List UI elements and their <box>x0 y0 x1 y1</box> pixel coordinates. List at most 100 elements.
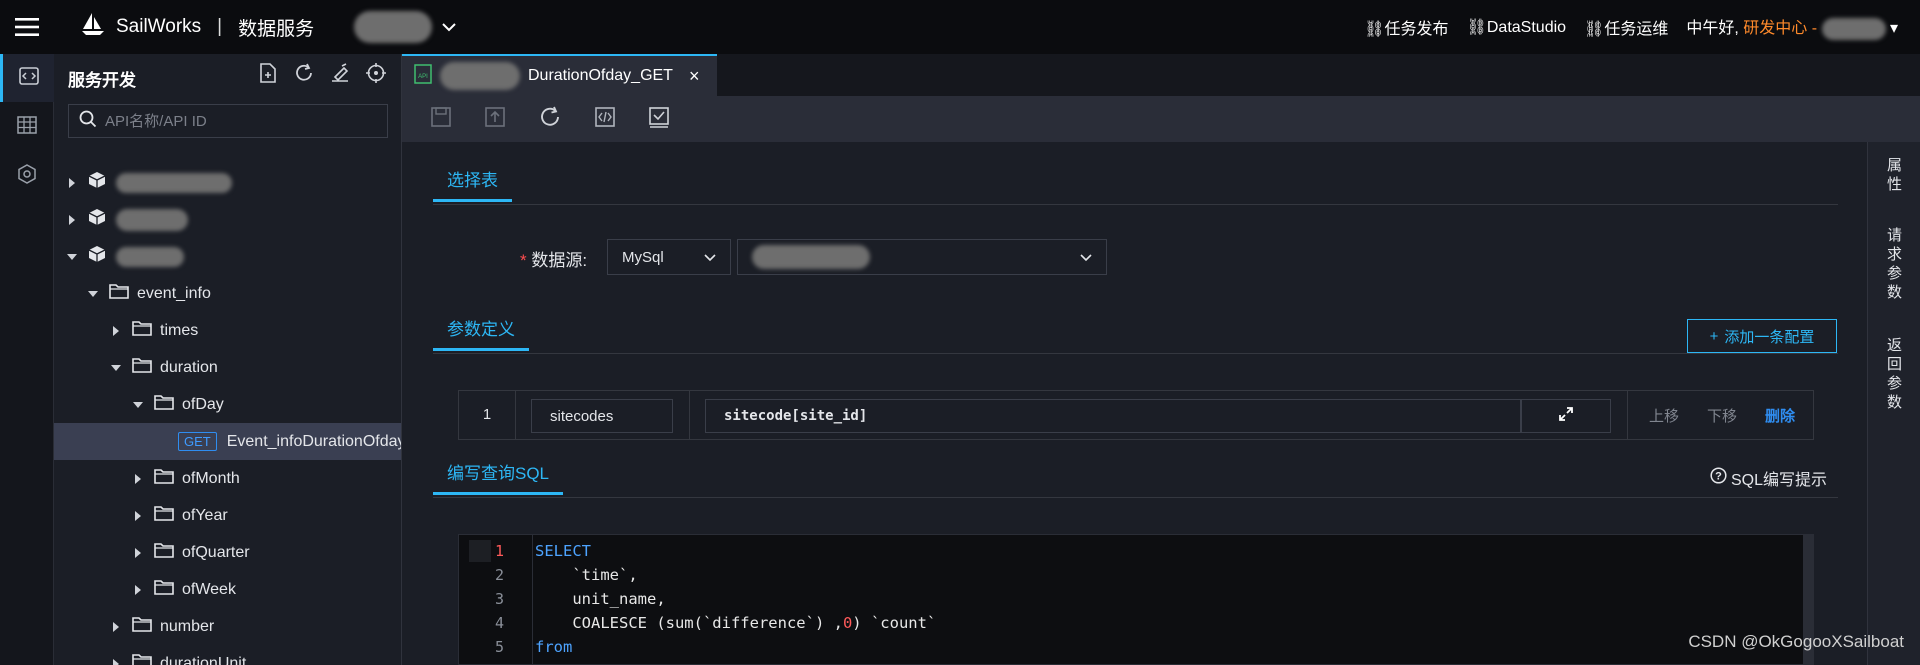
datasource-select[interactable] <box>737 239 1107 275</box>
param-index: 1 <box>482 406 492 423</box>
refresh-icon[interactable] <box>538 105 562 134</box>
caret-right-icon[interactable] <box>132 473 144 485</box>
brand: SailWorks | 数据服务 <box>80 0 456 54</box>
param-row: 1 sitecodes sitecode[site_id] 上移 下移 删除 <box>458 390 1814 440</box>
tree-node-ofquarter[interactable]: ofQuarter <box>54 534 401 571</box>
refresh-icon[interactable] <box>293 62 315 89</box>
caret-right-icon[interactable] <box>110 621 122 633</box>
code-line: unit_name, <box>535 590 666 608</box>
caret-right-icon[interactable] <box>66 177 78 189</box>
cell-divider <box>689 391 690 439</box>
tree-node-ofmonth[interactable]: ofMonth <box>54 460 401 497</box>
response-params-tab[interactable]: 返 回 参 数 <box>1868 336 1920 412</box>
delete-button[interactable]: 删除 <box>1765 405 1795 426</box>
rail-table[interactable] <box>0 103 54 151</box>
datasource-type-value: MySql <box>622 248 664 266</box>
http-method-badge: GET <box>178 432 217 451</box>
nav-link-publish[interactable]: ⛓任务发布 <box>1364 15 1448 39</box>
caret-down-icon[interactable] <box>110 362 122 374</box>
tree-node-ofyear[interactable]: ofYear <box>54 497 401 534</box>
save-icon[interactable] <box>430 106 452 133</box>
param-expression-field[interactable]: sitecode[site_id] <box>705 399 1521 433</box>
caret-right-icon[interactable] <box>132 584 144 596</box>
expand-button[interactable] <box>1521 399 1611 433</box>
redacted-label <box>116 208 188 231</box>
tree-node-number[interactable]: number <box>54 608 401 645</box>
tree-node-duration[interactable]: duration <box>54 349 401 386</box>
brand-name[interactable]: SailWorks <box>116 16 201 38</box>
tree-node-duration-unit[interactable]: durationUnit <box>54 645 401 665</box>
caret-right-icon[interactable] <box>132 547 144 559</box>
tree-node-ofweek[interactable]: ofWeek <box>54 571 401 608</box>
chevron-down-icon[interactable] <box>442 16 456 38</box>
hamburger-menu-icon[interactable] <box>0 0 54 54</box>
user-menu[interactable]: 中午好, 研发中心 - ▾ <box>1686 14 1898 40</box>
nav-link-datastudio[interactable]: ⛓DataStudio <box>1467 17 1566 37</box>
publish-icon[interactable] <box>329 62 351 89</box>
brand-divider: | <box>217 16 223 37</box>
param-name-field[interactable]: sitecodes <box>531 399 673 433</box>
search-icon <box>79 110 97 133</box>
sql-editor[interactable]: 1 2 3 4 5 SELECT `time`, unit_name, COAL… <box>458 534 1814 665</box>
datasource-type-select[interactable]: MySql <box>607 239 731 275</box>
editor-tab-strip: API DurationOfday_GET × <box>402 54 1920 96</box>
caret-right-icon[interactable] <box>110 325 122 337</box>
properties-tab[interactable]: 属 性 <box>1868 156 1920 194</box>
tree-node-label: ofYear <box>182 506 228 524</box>
project-name-redacted[interactable] <box>354 11 433 43</box>
code-view-icon[interactable] <box>594 106 616 133</box>
caret-down-icon[interactable] <box>87 288 99 300</box>
tab-api-editor[interactable]: API DurationOfday_GET × <box>402 54 717 96</box>
tree-node-ofday[interactable]: ofDay <box>54 386 401 423</box>
row-actions: 上移 下移 删除 <box>1649 391 1795 439</box>
add-config-button[interactable]: + 添加一条配置 <box>1687 319 1837 353</box>
tree-node-redacted-2[interactable] <box>54 201 401 238</box>
tree-node-label: ofQuarter <box>182 543 250 561</box>
search-input[interactable] <box>105 112 365 130</box>
tree-node-redacted-3[interactable] <box>54 238 401 275</box>
cell-divider <box>515 391 516 439</box>
tab-param-definition[interactable]: 参数定义 <box>433 309 529 351</box>
caret-down-icon[interactable] <box>132 399 144 411</box>
divider <box>433 204 1838 205</box>
move-up-button[interactable]: 上移 <box>1649 405 1679 426</box>
new-file-icon[interactable] <box>257 62 279 89</box>
top-bar: SailWorks | 数据服务 ⛓任务发布 ⛓DataStudio ⛓任务运维… <box>0 0 1920 54</box>
caret-right-icon[interactable] <box>66 214 78 226</box>
org-name: 研发中心 - <box>1743 20 1818 38</box>
tree-node-label: duration <box>160 358 218 376</box>
api-file-icon: API <box>414 63 432 89</box>
tab-write-sql[interactable]: 编写查询SQL <box>433 453 564 495</box>
tree-node-label: event_info <box>137 284 211 302</box>
locate-icon[interactable] <box>365 62 387 89</box>
plus-icon: + <box>1709 327 1719 345</box>
tree-node-label: times <box>160 321 199 339</box>
nav-link-ops[interactable]: ⛓任务运维 <box>1584 15 1668 39</box>
move-down-button[interactable]: 下移 <box>1707 405 1737 426</box>
tree-node-label: durationUnit <box>160 654 247 665</box>
folder-icon <box>154 394 174 415</box>
redacted-label <box>116 246 184 267</box>
tree-node-redacted-1[interactable] <box>54 164 401 201</box>
caret-right-icon[interactable] <box>110 658 122 665</box>
right-property-rail: 属 性 请 求 参 数 返 回 参 数 <box>1867 142 1920 665</box>
upload-icon[interactable] <box>484 106 506 133</box>
close-icon[interactable]: × <box>689 66 700 87</box>
help-circle-icon: ? <box>1710 467 1727 489</box>
tab-title-redacted <box>440 62 520 90</box>
test-check-icon[interactable] <box>648 106 670 133</box>
api-search-box[interactable] <box>68 104 388 138</box>
tree-node-times[interactable]: times <box>54 312 401 349</box>
datasource-name-redacted <box>752 245 870 269</box>
rail-settings[interactable] <box>0 152 54 200</box>
sql-hint-link[interactable]: ? SQL编写提示 <box>1710 466 1827 490</box>
tree-node-event-info[interactable]: event_info <box>54 275 401 312</box>
code-line: from <box>535 638 573 656</box>
tree-toolbar <box>257 62 387 89</box>
tree-node-api-event-info-duration-ofday[interactable]: GET Event_infoDurationOfday <box>54 423 401 460</box>
caret-right-icon[interactable] <box>132 510 144 522</box>
rail-api-dev[interactable] <box>0 54 54 102</box>
request-params-tab[interactable]: 请 求 参 数 <box>1868 226 1920 302</box>
tab-select-table[interactable]: 选择表 <box>433 160 512 202</box>
caret-down-icon[interactable] <box>66 251 78 263</box>
